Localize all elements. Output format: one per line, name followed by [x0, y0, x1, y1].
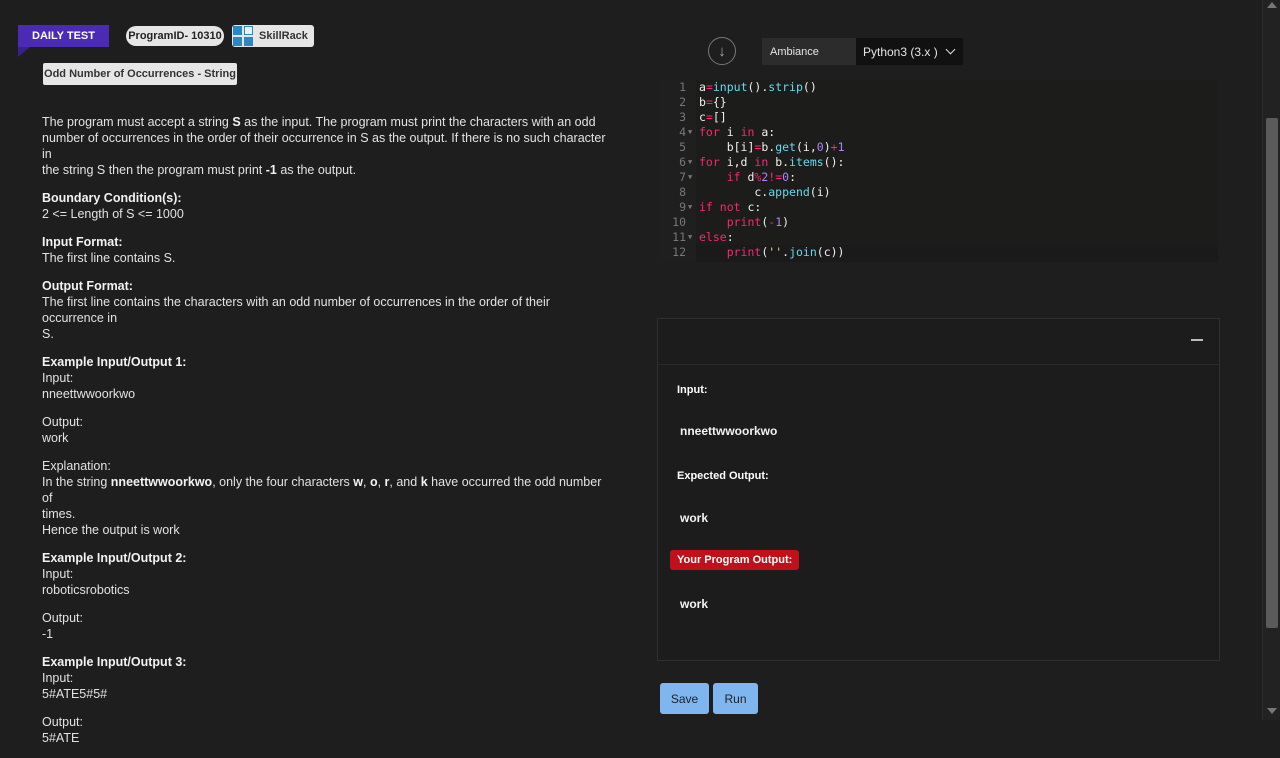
code-line[interactable]: 1 a=input().strip()	[658, 80, 1218, 95]
code-line[interactable]: 3 c=[]	[658, 110, 1218, 125]
example-2-section: Example Input/Output 2: Input: roboticsr…	[42, 551, 187, 597]
example-2-output: Output: -1	[42, 611, 83, 641]
code-line[interactable]: 12 print(''.join(c))	[658, 245, 1218, 260]
program-output-label: Your Program Output:	[670, 550, 800, 570]
program-id-badge: ProgramID- 10310	[126, 26, 224, 46]
input-value: nneettwwoorkwo	[680, 424, 778, 438]
output-format-section: Output Format: The first line contains t…	[42, 279, 550, 341]
chevron-down-icon	[945, 44, 956, 55]
code-line[interactable]: 6 ▼ for i,d in b.items():	[658, 155, 1218, 170]
explanation-section: Explanation: In the string nneettwwoorkw…	[42, 459, 602, 537]
fold-icon: ▼	[688, 158, 693, 166]
example-1-output: Output: work	[42, 415, 83, 445]
program-output-value: work	[680, 597, 709, 611]
code-line[interactable]: 7 ▼ if d%2!=0:	[658, 170, 1218, 185]
scroll-down-icon[interactable]	[1267, 708, 1277, 714]
code-line[interactable]: 8 c.append(i)	[658, 185, 1218, 200]
scroll-up-icon[interactable]	[1267, 2, 1277, 8]
fold-icon: ▼	[688, 128, 693, 136]
fold-icon: ▼	[688, 203, 693, 211]
code-editor[interactable]: 1 a=input().strip() 2 b={} 3 c=[] 4 ▼ for i i…	[658, 80, 1218, 262]
scroll-thumb[interactable]	[1266, 118, 1278, 628]
code-line[interactable]: 11 ▼ else:	[658, 230, 1218, 245]
skillrack-label: SkillRack	[259, 30, 308, 42]
language-value: Python3 (3.x )	[863, 44, 938, 59]
theme-selector[interactable]: Ambiance	[762, 38, 856, 65]
boundary-section: Boundary Condition(s): 2 <= Length of S …	[42, 191, 184, 221]
skillrack-logo-icon	[233, 26, 253, 46]
intro-paragraph: The program must accept a string S as th…	[42, 115, 606, 177]
code-line[interactable]: 2 b={}	[658, 95, 1218, 110]
example-1-section: Example Input/Output 1: Input: nneettwwo…	[42, 355, 187, 401]
code-line[interactable]: 10 print(-1)	[658, 215, 1218, 230]
daily-test-badge: DAILY TEST	[18, 25, 109, 47]
problem-description: The program must accept a string S as th…	[42, 114, 612, 758]
save-button[interactable]: Save	[660, 683, 709, 714]
expected-output-value: work	[680, 511, 709, 525]
fold-icon: ▼	[688, 173, 693, 181]
input-label: Input:	[677, 384, 708, 396]
skillrack-badge[interactable]: SkillRack	[232, 25, 314, 47]
code-line[interactable]: 4 ▼ for i in a:	[658, 125, 1218, 140]
download-button[interactable]: ↓	[708, 37, 736, 65]
page: DAILY TEST ProgramID- 10310 SkillRack Od…	[0, 0, 1256, 745]
code-line[interactable]: 5 b[i]=b.get(i,0)+1	[658, 140, 1218, 155]
collapse-minus-icon[interactable]	[1191, 339, 1203, 341]
run-button[interactable]: Run	[713, 683, 758, 714]
arrow-down-icon: ↓	[718, 42, 726, 60]
example-3-output: Output: 5#ATE	[42, 715, 83, 745]
expected-output-label: Expected Output:	[677, 470, 769, 482]
problem-title: Odd Number of Occurrences - String	[43, 63, 237, 85]
results-panel: Input: nneettwwoorkwo Expected Output: w…	[657, 318, 1220, 661]
ribbon-tail	[18, 47, 30, 57]
code-line[interactable]: 9 ▼ if not c:	[658, 200, 1218, 215]
page-scrollbar[interactable]	[1262, 0, 1280, 720]
input-format-section: Input Format: The first line contains S.	[42, 235, 176, 265]
fold-icon: ▼	[688, 233, 693, 241]
results-panel-header	[658, 319, 1219, 365]
example-3-section: Example Input/Output 3: Input: 5#ATE5#5#	[42, 655, 187, 701]
language-select[interactable]: Python3 (3.x )	[856, 38, 963, 65]
